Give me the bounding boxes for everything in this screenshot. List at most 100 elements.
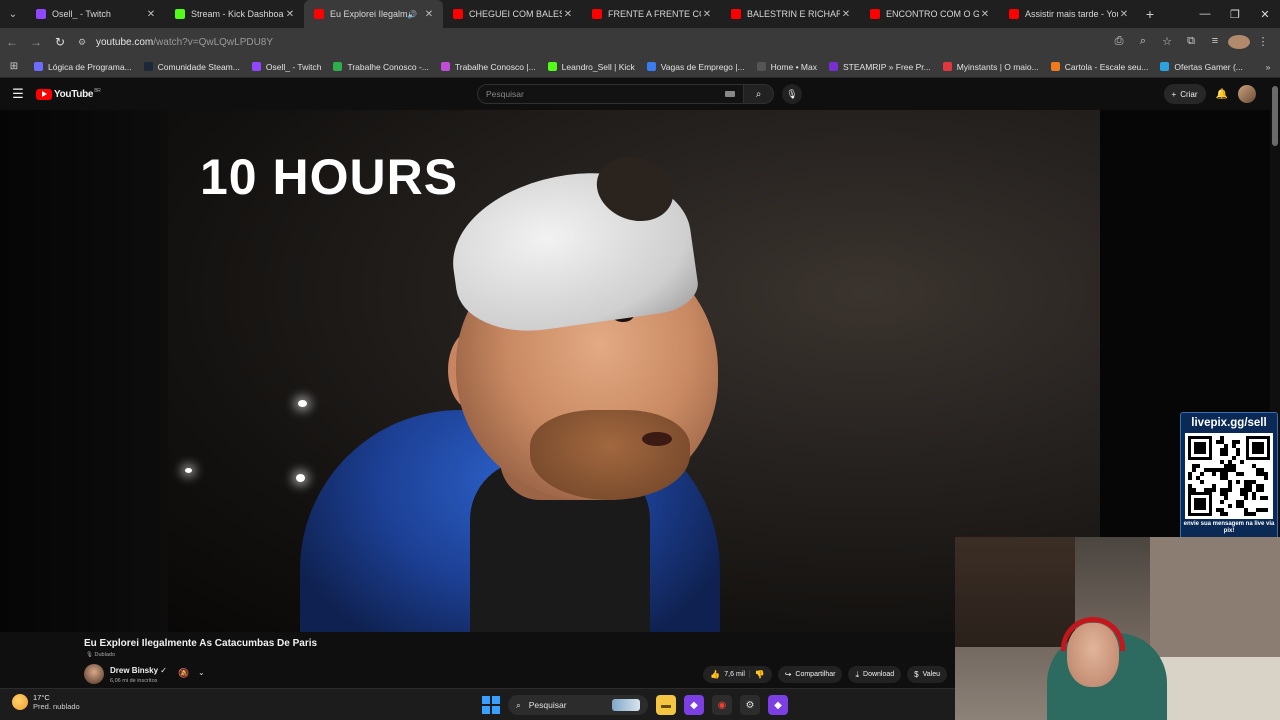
webcam-overlay xyxy=(955,537,1280,720)
bookmark-label: Cartola - Escale seu... xyxy=(1064,61,1149,72)
close-window-icon[interactable]: ✕ xyxy=(1250,8,1280,21)
bookmark-item[interactable]: Trabalhe Conosco -... xyxy=(327,62,434,72)
bookmark-item[interactable]: Lógica de Programa... xyxy=(28,62,138,72)
restore-icon[interactable]: ❐ xyxy=(1220,8,1250,21)
weather-widget[interactable]: 17°C Pred. nublado xyxy=(12,693,80,711)
tab-search-chevron-icon[interactable]: ⌄ xyxy=(0,0,26,28)
plus-icon: + xyxy=(1171,89,1177,99)
channel-name[interactable]: Drew Binsky ✓ xyxy=(110,666,167,675)
tab-close-icon[interactable]: ✕ xyxy=(840,9,852,20)
install-app-icon[interactable]: ⎙ xyxy=(1108,35,1130,49)
bookmarks-overflow-icon[interactable]: » xyxy=(1256,62,1280,72)
tab-close-icon[interactable]: ✕ xyxy=(1118,9,1130,20)
forward-icon[interactable]: → xyxy=(24,35,48,49)
bookmark-item[interactable]: Vagas de Emprego |... xyxy=(641,62,751,72)
dubbed-label: 🎙 Dublado xyxy=(86,652,116,658)
youtube-logo[interactable]: YouTube BR xyxy=(36,88,101,100)
chrome-icon[interactable]: ◉ xyxy=(712,695,732,715)
browser-tab[interactable]: Stream - Kick Dashboard ✕ xyxy=(165,0,304,28)
share-icon: ↪ xyxy=(784,670,792,679)
profile-icon[interactable] xyxy=(1228,35,1250,49)
person-mouth xyxy=(642,432,672,446)
tab-title: BALESTRIN E RICHARD E xyxy=(747,9,840,19)
like-count: 7,6 mil xyxy=(724,671,745,678)
share-button[interactable]: ↪ Compartilhar xyxy=(777,666,843,683)
minimize-icon[interactable]: — xyxy=(1190,8,1220,21)
url-field[interactable]: ⚙ youtube.com/watch?v=QwLQwLPDU8Y xyxy=(78,31,1108,53)
browser-tab[interactable]: Eu Explorei Ilegalmen🔊 ✕ xyxy=(304,0,443,28)
download-button[interactable]: ⤓ Download xyxy=(848,666,902,683)
thanks-button[interactable]: $ Valeu xyxy=(907,666,947,683)
search-button[interactable]: ⌕ xyxy=(744,84,774,104)
browser-tab[interactable]: ENCONTRO COM O GIGA✕ xyxy=(860,0,999,28)
create-button[interactable]: + Criar xyxy=(1163,84,1206,104)
taskbar-search[interactable]: ⌕ Pesquisar xyxy=(508,695,648,715)
apps-grid-icon[interactable]: ⊞ xyxy=(0,61,28,72)
account-avatar[interactable] xyxy=(1238,85,1256,103)
voice-search-button[interactable]: 🎙 xyxy=(782,84,802,104)
steam-icon[interactable]: ⚙ xyxy=(740,695,760,715)
browser-tab[interactable]: Assistir mais tarde - YouT ✕ xyxy=(999,0,1138,28)
bookmark-star-icon[interactable]: ☆ xyxy=(1156,35,1178,49)
twitch-favicon-icon xyxy=(36,9,46,19)
chevron-down-icon[interactable]: ⌄ xyxy=(198,668,205,677)
bookmark-favicon-icon xyxy=(1160,62,1170,71)
webcam-shelf xyxy=(955,537,1075,647)
browser-tab[interactable]: BALESTRIN E RICHARD E✕ xyxy=(721,0,860,28)
bookmark-item[interactable]: Osell_ - Twitch xyxy=(246,62,328,72)
site-info-icon[interactable]: ⚙ xyxy=(78,37,90,48)
bookmark-item[interactable]: Myinstants | O maio... xyxy=(937,62,1045,72)
like-button[interactable]: 👍 7,6 mil | 👎 xyxy=(703,666,772,683)
tab-close-icon[interactable]: ✕ xyxy=(423,9,435,20)
kick-favicon-icon xyxy=(175,9,185,19)
tab-audio-icon[interactable]: 🔊 xyxy=(407,10,417,19)
notifications-bell-icon[interactable]: 🔔 xyxy=(1216,89,1228,100)
bookmark-item[interactable]: Leandro_Sell | Kick xyxy=(542,62,641,72)
twitch-studio-icon[interactable]: ◆ xyxy=(768,695,788,715)
browser-tab[interactable]: Osell_ - Twitch ✕ xyxy=(26,0,165,28)
extensions-icon[interactable]: ⧉ xyxy=(1180,35,1202,49)
twitch-app-icon[interactable]: ◆ xyxy=(684,695,704,715)
bookmark-item[interactable]: Trabalhe Conosco |... xyxy=(435,62,542,72)
tab-close-icon[interactable]: ✕ xyxy=(284,9,296,20)
browser-tab[interactable]: FRENTE A FRENTE COM O✕ xyxy=(582,0,721,28)
windows-start-icon[interactable] xyxy=(482,696,500,714)
browser-menu-icon[interactable]: ⋮ xyxy=(1252,35,1274,49)
webcam-wall xyxy=(1150,537,1280,657)
subscription-bell-icon[interactable]: 🔕 xyxy=(178,668,189,679)
menu-icon[interactable]: ☰ xyxy=(0,86,36,102)
url-host: youtube.com xyxy=(96,36,154,48)
file-explorer-icon[interactable]: ▬ xyxy=(656,695,676,715)
youtube-logo-text: YouTube xyxy=(54,88,94,100)
youtube-header: ☰ YouTube BR Pesquisar ⌕ 🎙 + Criar 🔔 xyxy=(0,78,1280,110)
header-actions: + Criar 🔔 xyxy=(1163,84,1256,104)
video-info: Eu Explorei Ilegalmente As Catacumbas De… xyxy=(0,632,955,688)
bookmark-item[interactable]: Comunidade Steam... xyxy=(138,62,246,72)
tab-title: CHEGUEI COM BALESTRIN xyxy=(469,9,562,19)
livepix-subtitle: envie sua mensagem na live via pix! xyxy=(1183,521,1275,534)
bookmark-item[interactable]: Ofertas Gamer (... xyxy=(1154,62,1249,72)
bookmark-item[interactable]: Home • Max xyxy=(751,62,823,72)
tab-close-icon[interactable]: ✕ xyxy=(145,9,157,20)
yt-favicon-icon xyxy=(870,9,880,19)
reload-icon[interactable]: ↻ xyxy=(48,35,72,49)
tab-close-icon[interactable]: ✕ xyxy=(979,9,991,20)
browser-tab[interactable]: CHEGUEI COM BALESTRIN✕ xyxy=(443,0,582,28)
bookmark-item[interactable]: Cartola - Escale seu... xyxy=(1045,62,1155,72)
new-tab-button[interactable]: + xyxy=(1138,6,1162,22)
tab-close-icon[interactable]: ✕ xyxy=(562,9,574,20)
bookmark-label: Myinstants | O maio... xyxy=(956,61,1039,72)
back-icon[interactable]: ← xyxy=(0,35,24,49)
keyboard-icon[interactable] xyxy=(725,91,735,97)
youtube-play-icon xyxy=(36,88,52,100)
search-placeholder: Pesquisar xyxy=(486,89,524,99)
channel-avatar[interactable] xyxy=(84,664,104,684)
thumbs-down-icon[interactable]: 👎 xyxy=(755,670,765,679)
tab-close-icon[interactable]: ✕ xyxy=(701,9,713,20)
bookmark-item[interactable]: STEAMRIP » Free Pr... xyxy=(823,62,937,72)
reading-list-icon[interactable]: ≡ xyxy=(1204,35,1226,49)
search-input[interactable]: Pesquisar xyxy=(477,84,744,104)
zoom-icon[interactable]: ⌕ xyxy=(1132,35,1154,49)
qr-code-icon xyxy=(1185,433,1273,519)
scrollbar-thumb[interactable] xyxy=(1272,86,1278,146)
